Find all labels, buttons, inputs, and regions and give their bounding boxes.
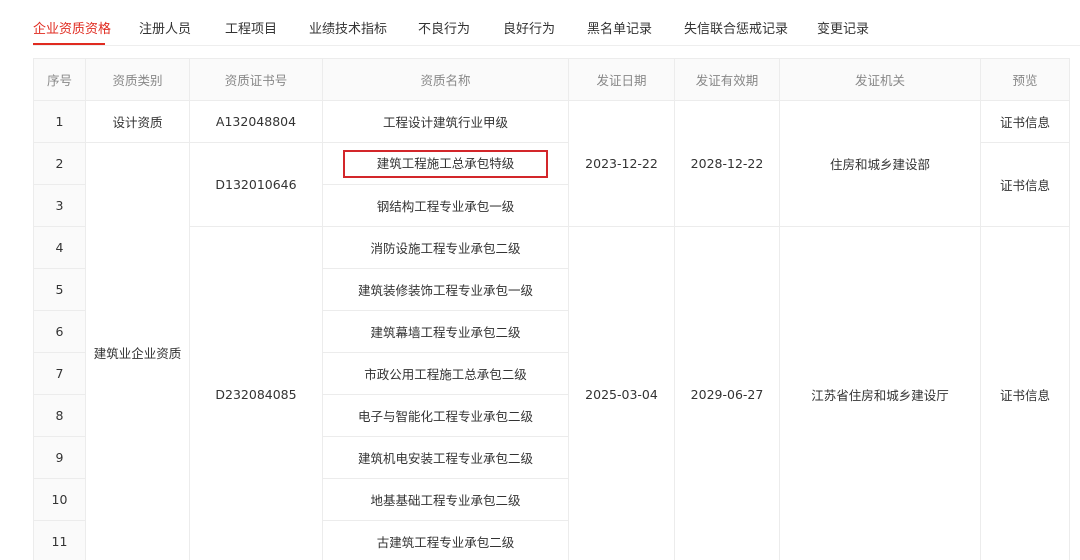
certificate-number: D132010646 <box>189 142 323 227</box>
qualification-table: 序号 资质类别 资质证书号 资质名称 发证日期 发证有效期 发证机关 预览 1 … <box>33 58 1070 560</box>
row-index: 8 <box>33 394 86 437</box>
highlighted-qualification-name: 建筑工程施工总承包特级 <box>342 149 549 178</box>
qualification-name: 古建筑工程专业承包二级 <box>322 520 569 560</box>
row-index: 4 <box>33 226 86 269</box>
row-index: 10 <box>33 478 86 521</box>
col-header-name: 资质名称 <box>322 58 569 101</box>
qualification-name: 钢结构工程专业承包一级 <box>322 184 569 227</box>
issuing-authority: 江苏省住房和城乡建设厅 <box>779 226 981 560</box>
valid-until: 2029-06-27 <box>674 226 780 560</box>
col-header-valid-until: 发证有效期 <box>674 58 780 101</box>
qualification-name: 建筑幕墙工程专业承包二级 <box>322 310 569 353</box>
qualification-name: 工程设计建筑行业甲级 <box>322 100 569 143</box>
qualification-name: 消防设施工程专业承包二级 <box>322 226 569 269</box>
row-index: 5 <box>33 268 86 311</box>
col-header-authority: 发证机关 <box>779 58 981 101</box>
tab-bar: 企业资质资格 注册人员 工程项目 业绩技术指标 不良行为 良好行为 黑名单记录 … <box>0 0 1080 46</box>
row-index: 7 <box>33 352 86 395</box>
row-index: 11 <box>33 520 86 560</box>
certificate-number: D232084085 <box>189 226 323 560</box>
col-header-preview: 预览 <box>980 58 1070 101</box>
tab-blacklist[interactable]: 黑名单记录 <box>587 18 652 37</box>
tab-change-records[interactable]: 变更记录 <box>817 18 869 37</box>
qualification-name-cell: 建筑工程施工总承包特级 <box>322 142 569 185</box>
table-row: 4 D232084085 消防设施工程专业承包二级 2025-03-04 202… <box>33 226 1070 560</box>
tab-registered-personnel[interactable]: 注册人员 <box>139 18 191 37</box>
issue-date: 2023-12-22 <box>568 100 675 227</box>
issuing-authority: 住房和城乡建设部 <box>779 100 981 227</box>
tab-projects[interactable]: 工程项目 <box>225 18 277 37</box>
tab-joint-punishment[interactable]: 失信联合惩戒记录 <box>684 18 788 37</box>
issue-date: 2025-03-04 <box>568 226 675 560</box>
certificate-info-link[interactable]: 证书信息 <box>980 100 1070 143</box>
qualification-name: 市政公用工程施工总承包二级 <box>322 352 569 395</box>
qualification-name: 地基基础工程专业承包二级 <box>322 478 569 521</box>
tab-bad-behavior[interactable]: 不良行为 <box>418 18 470 37</box>
row-index: 9 <box>33 436 86 479</box>
col-header-issue-date: 发证日期 <box>568 58 675 101</box>
col-header-index: 序号 <box>33 58 86 101</box>
tab-divider <box>33 45 1080 46</box>
row-index: 3 <box>33 184 86 227</box>
row-index: 2 <box>33 142 86 185</box>
qualification-category: 设计资质 <box>85 100 190 143</box>
certificate-info-link[interactable]: 证书信息 <box>980 226 1070 560</box>
qualification-name: 建筑装修装饰工程专业承包一级 <box>322 268 569 311</box>
qualification-name: 建筑机电安装工程专业承包二级 <box>322 436 569 479</box>
certificate-number: A132048804 <box>189 100 323 143</box>
col-header-category: 资质类别 <box>85 58 190 101</box>
row-index: 6 <box>33 310 86 353</box>
table-row: 1 设计资质 A132048804 工程设计建筑行业甲级 2023-12-22 … <box>33 100 1070 227</box>
qualification-category: 建筑业企业资质 <box>85 142 190 560</box>
table-header-row: 序号 资质类别 资质证书号 资质名称 发证日期 发证有效期 发证机关 预览 <box>33 58 1070 101</box>
tab-qualification[interactable]: 企业资质资格 <box>33 18 111 37</box>
tab-performance-indicators[interactable]: 业绩技术指标 <box>309 18 387 37</box>
qualification-name: 电子与智能化工程专业承包二级 <box>322 394 569 437</box>
valid-until: 2028-12-22 <box>674 100 780 227</box>
row-index: 1 <box>33 100 86 143</box>
col-header-cert-no: 资质证书号 <box>189 58 323 101</box>
certificate-info-link[interactable]: 证书信息 <box>980 142 1070 227</box>
tab-good-behavior[interactable]: 良好行为 <box>503 18 555 37</box>
